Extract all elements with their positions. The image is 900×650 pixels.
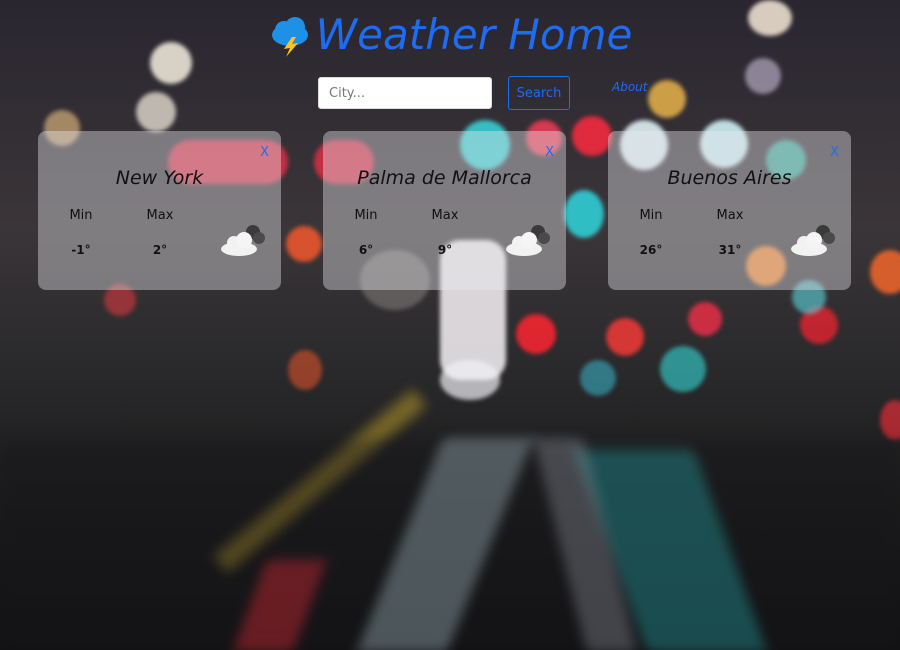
city-search-input[interactable] xyxy=(318,77,492,109)
max-temp: Max 31° xyxy=(700,208,760,257)
city-name: New York xyxy=(115,167,204,189)
about-link[interactable]: About xyxy=(612,80,647,94)
weather-cards: X New York Min -1° Max 2° X Palma de Mal… xyxy=(38,131,851,290)
city-name: Palma de Mallorca xyxy=(357,167,532,189)
min-value: -1° xyxy=(71,243,91,257)
max-label: Max xyxy=(716,208,744,223)
min-label: Min xyxy=(354,208,378,223)
search-bar: Search xyxy=(318,76,570,110)
search-button[interactable]: Search xyxy=(508,76,570,110)
weather-card: X Palma de Mallorca Min 6° Max 9° xyxy=(323,131,566,290)
cloud-lightning-icon xyxy=(268,13,312,57)
max-temp: Max 2° xyxy=(130,208,190,257)
partly-cloudy-night-icon xyxy=(504,223,552,257)
max-label: Max xyxy=(431,208,459,223)
close-card-button[interactable]: X xyxy=(830,145,839,160)
weather-card: X Buenos Aires Min 26° Max 31° xyxy=(608,131,851,290)
max-value: 9° xyxy=(437,243,453,257)
min-temp: Min -1° xyxy=(51,208,111,257)
min-label: Min xyxy=(639,208,663,223)
min-label: Min xyxy=(69,208,93,223)
partly-cloudy-night-icon xyxy=(789,223,837,257)
app-title: Weather Home xyxy=(315,10,633,59)
max-value: 31° xyxy=(718,243,742,257)
min-value: 26° xyxy=(639,243,663,257)
close-card-button[interactable]: X xyxy=(260,145,269,160)
brand: Weather Home xyxy=(268,10,633,59)
header: Weather Home xyxy=(0,10,900,61)
min-temp: Min 26° xyxy=(621,208,681,257)
max-label: Max xyxy=(146,208,174,223)
weather-card: X New York Min -1° Max 2° xyxy=(38,131,281,290)
min-temp: Min 6° xyxy=(336,208,396,257)
max-temp: Max 9° xyxy=(415,208,475,257)
close-card-button[interactable]: X xyxy=(545,145,554,160)
partly-cloudy-night-icon xyxy=(219,223,267,257)
min-value: 6° xyxy=(358,243,374,257)
city-name: Buenos Aires xyxy=(667,167,792,189)
max-value: 2° xyxy=(152,243,168,257)
